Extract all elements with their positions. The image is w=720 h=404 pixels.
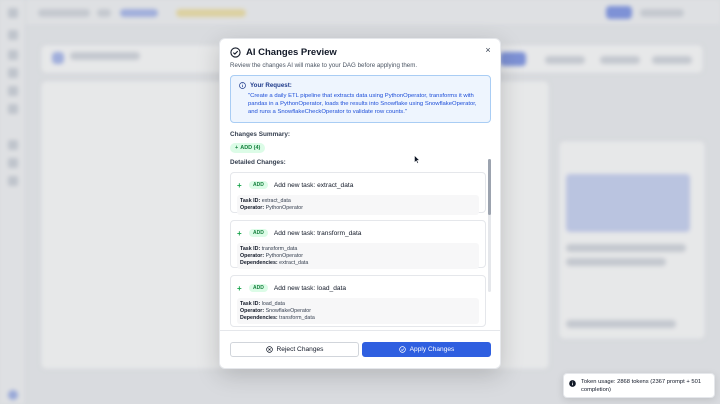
detailed-changes-label: Detailed Changes: [230,159,286,166]
scrollbar-thumb[interactable] [488,159,491,215]
change-card: + ADD Add new task: transform_data Task … [230,220,486,270]
add-tag: ADD [249,229,268,237]
detail-row: Task ID: transform_data [240,246,298,252]
modal-subtitle: Review the changes AI will make to your … [230,62,418,69]
change-card: + ADD Add new task: extract_data Task ID… [230,172,486,215]
plus-icon: + [235,145,239,151]
info-icon [239,82,246,89]
detail-row: Task ID: extract_data [240,198,291,204]
title-row: AI Changes Preview [230,47,490,58]
add-tag: ADD [249,284,268,292]
detail-row: Dependencies: extract_data [240,259,309,266]
apply-label: Apply Changes [409,346,455,353]
modal-header: AI Changes Preview Review the changes AI… [230,47,490,69]
add-tag: ADD [249,181,268,189]
mouse-cursor-icon [414,155,420,164]
detail-row: Operator: PythonOperator [240,252,304,259]
toast-text: Token usage: 2868 tokens (2367 prompt + … [581,379,702,393]
check-circle-icon [398,346,406,353]
ai-changes-modal: AI Changes Preview Review the changes AI… [219,38,501,369]
reject-changes-button[interactable]: Reject Changes [230,342,359,357]
apply-changes-button[interactable]: Apply Changes [362,342,491,357]
modal-title: AI Changes Preview [246,47,337,58]
card-title: Add new task: transform_data [273,229,362,237]
detail-row: Operator: SnowflakeOperator [240,307,311,314]
detail-row: Task ID: load_data [240,301,285,307]
plus-icon: + [237,283,242,293]
changes-scrollbar[interactable] [488,159,491,292]
info-icon [569,380,576,387]
summary-badge: + ADD (4) [230,143,266,153]
close-icon[interactable]: × [483,45,493,55]
request-box: Your Request: "Create a daily ETL pipeli… [230,75,491,123]
plus-icon: + [237,180,242,190]
card-title: Add new task: extract_data [273,181,354,189]
reject-label: Reject Changes [276,346,324,353]
card-head: + ADD Add new task: transform_data [231,221,485,239]
changes-list[interactable]: + ADD Add new task: extract_data Task ID… [230,172,492,332]
summary-badge-text: ADD (4) [240,145,261,151]
detail-row: Dependencies: transform_data [240,314,315,321]
check-circle-icon [230,47,241,58]
modal-footer: Reject Changes Apply Changes [220,330,500,368]
change-card: + ADD Add new task: load_data Task ID: l… [230,275,486,327]
request-text: "Create a daily ETL pipeline that extrac… [248,93,477,115]
detail-row: Operator: PythonOperator [240,204,304,211]
token-usage-toast: Token usage: 2868 tokens (2367 prompt + … [563,373,715,398]
card-details: Task ID: extract_data Operator: PythonOp… [237,195,479,215]
card-details: Task ID: load_data Operator: SnowflakeOp… [237,298,479,325]
card-head: + ADD Add new task: extract_data [231,173,485,191]
card-title: Add new task: load_data [273,284,347,292]
card-details: Task ID: transform_data Operator: Python… [237,243,479,270]
plus-icon: + [237,228,242,238]
card-head: + ADD Add new task: load_data [231,276,485,294]
request-label: Your Request: [250,82,292,89]
changes-summary-label: Changes Summary: [230,131,291,138]
request-head: Your Request: [239,82,482,89]
x-circle-icon [265,346,273,353]
